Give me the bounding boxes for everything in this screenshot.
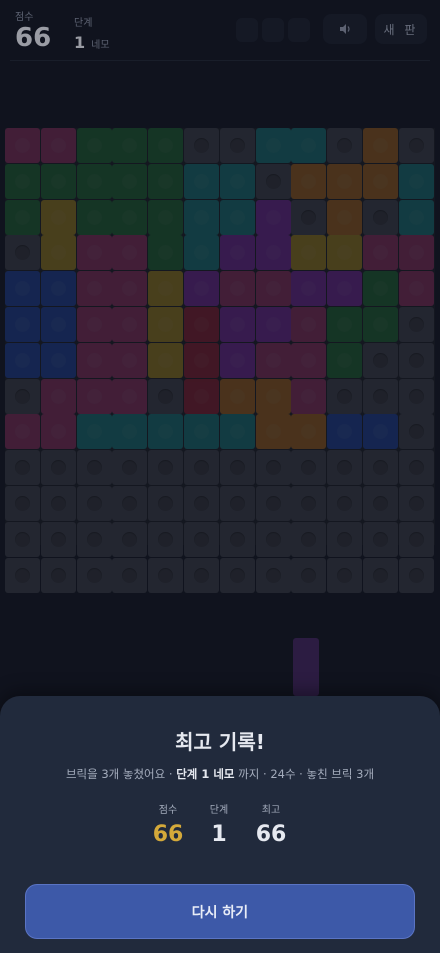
stat-best: 최고 66 [241,801,301,847]
stat-best-label: 최고 [261,805,281,816]
stat-level: 단계 1 [189,801,249,847]
stat-level-label: 단계 [209,805,229,816]
retry-button[interactable]: 다시 하기 [25,884,415,939]
game-screen: 점수 66 단계 1 네모 새 판 최고 기록! 브릭을 3개 놓쳤어요 · 단… [0,0,440,953]
dialog-summary: 브릭을 3개 놓쳤어요 · 단계 1 네모 까지 · 24수 · 놓친 브릭 3… [0,766,440,782]
stat-best-value: 66 [255,822,287,847]
summary-prefix: 브릭을 3개 놓쳤어요 · [65,767,177,781]
summary-suffix: 까지 · 24수 · 놓친 브릭 3개 [234,767,375,781]
summary-level: 단계 1 네모 [176,767,235,781]
game-over-dialog: 최고 기록! 브릭을 3개 놓쳤어요 · 단계 1 네모 까지 · 24수 · … [0,696,440,953]
stat-level-value: 1 [211,822,227,847]
dialog-title: 최고 기록! [175,730,265,754]
